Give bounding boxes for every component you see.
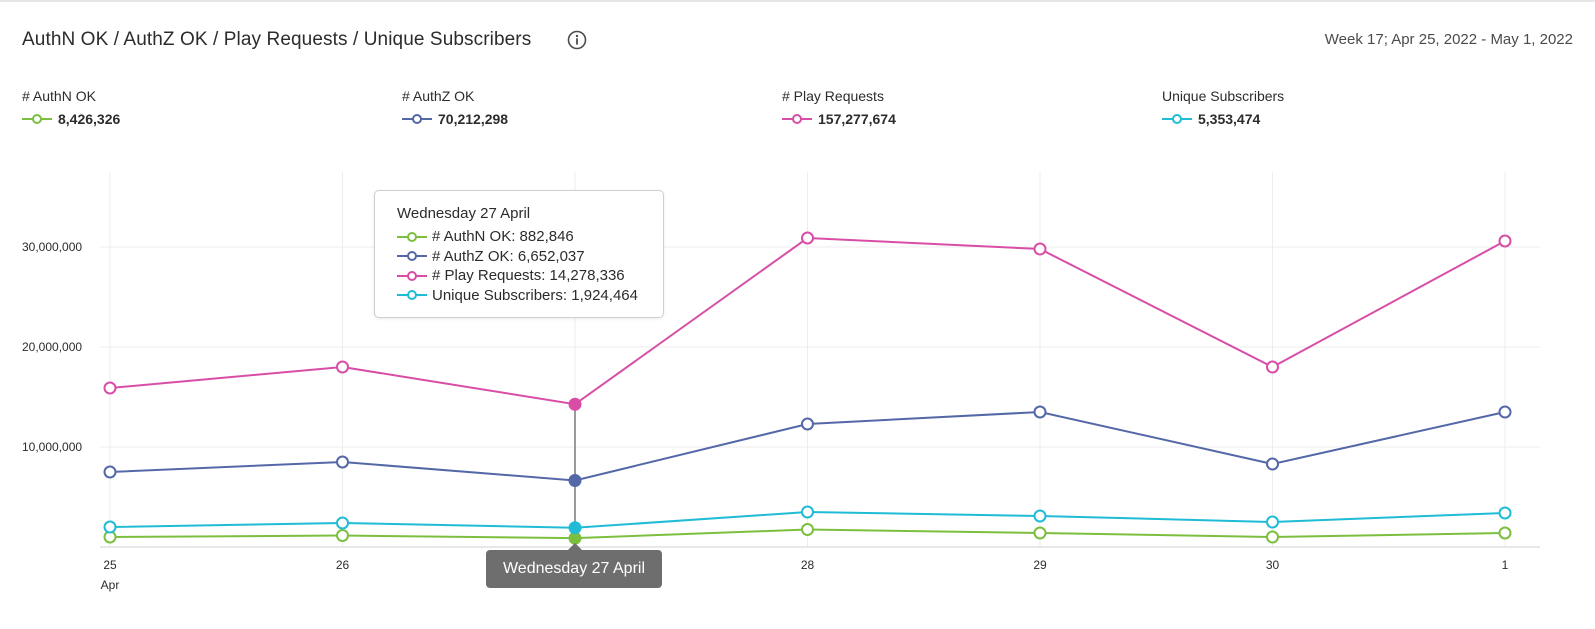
x-tick-label: 30 — [1266, 558, 1280, 572]
data-point — [801, 417, 814, 431]
x-tick-sublabel: Apr — [101, 578, 120, 592]
x-tick-label: 29 — [1033, 558, 1047, 572]
tooltip-row-text: # AuthN OK: 882,846 — [432, 228, 574, 246]
tooltip-row: # AuthZ OK: 6,652,037 — [397, 247, 663, 267]
tooltip-row: # AuthN OK: 882,846 — [397, 227, 663, 247]
data-point — [1266, 515, 1279, 529]
data-point — [103, 381, 117, 395]
x-tick-label: 26 — [336, 558, 350, 572]
data-point — [1498, 234, 1512, 248]
data-point — [801, 523, 814, 536]
data-point — [1266, 457, 1279, 471]
x-tick-label: 28 — [801, 558, 815, 572]
data-point — [1266, 530, 1279, 544]
tooltip-row: # Play Requests: 14,278,336 — [397, 266, 663, 286]
y-tick-label: 10,000,000 — [22, 440, 82, 454]
data-point — [336, 455, 349, 469]
chart-tooltip: Wednesday 27 April # AuthN OK: 882,846 #… — [374, 190, 664, 318]
data-point — [568, 473, 582, 487]
data-point — [103, 465, 117, 479]
data-point — [568, 521, 582, 535]
data-point — [1498, 506, 1512, 520]
y-tick-label: 30,000,000 — [22, 240, 82, 254]
data-point — [1033, 405, 1047, 419]
data-point — [103, 520, 117, 534]
data-point — [1033, 509, 1047, 523]
tooltip-row-text: # Play Requests: 14,278,336 — [432, 267, 625, 285]
tooltip-title: Wednesday 27 April — [397, 205, 531, 222]
tooltip-row: Unique Subscribers: 1,924,464 — [397, 286, 663, 306]
x-tick-label: 25 — [103, 558, 117, 572]
data-point — [1498, 526, 1512, 540]
data-point — [1266, 360, 1279, 374]
x-axis-hover-flag: Wednesday 27 April — [486, 543, 662, 588]
tooltip-row-text: # AuthZ OK: 6,652,037 — [432, 247, 585, 265]
data-point — [1033, 242, 1047, 256]
legend-marker-icon — [397, 290, 427, 301]
data-point — [1033, 526, 1047, 540]
legend-marker-icon — [397, 270, 427, 281]
data-point — [336, 360, 349, 374]
y-tick-label: 20,000,000 — [22, 340, 82, 354]
data-point — [1498, 405, 1512, 419]
data-point — [336, 529, 349, 542]
tooltip-row-text: Unique Subscribers: 1,924,464 — [432, 286, 638, 304]
legend-marker-icon — [397, 231, 427, 242]
x-tick-label: 1 — [1502, 558, 1509, 572]
line-chart: 10,000,00020,000,00030,000,0002526272829… — [22, 172, 1540, 592]
legend-marker-icon — [397, 251, 427, 262]
data-point — [568, 397, 582, 411]
data-point — [801, 231, 814, 245]
data-point — [336, 516, 349, 530]
data-point — [801, 505, 814, 519]
